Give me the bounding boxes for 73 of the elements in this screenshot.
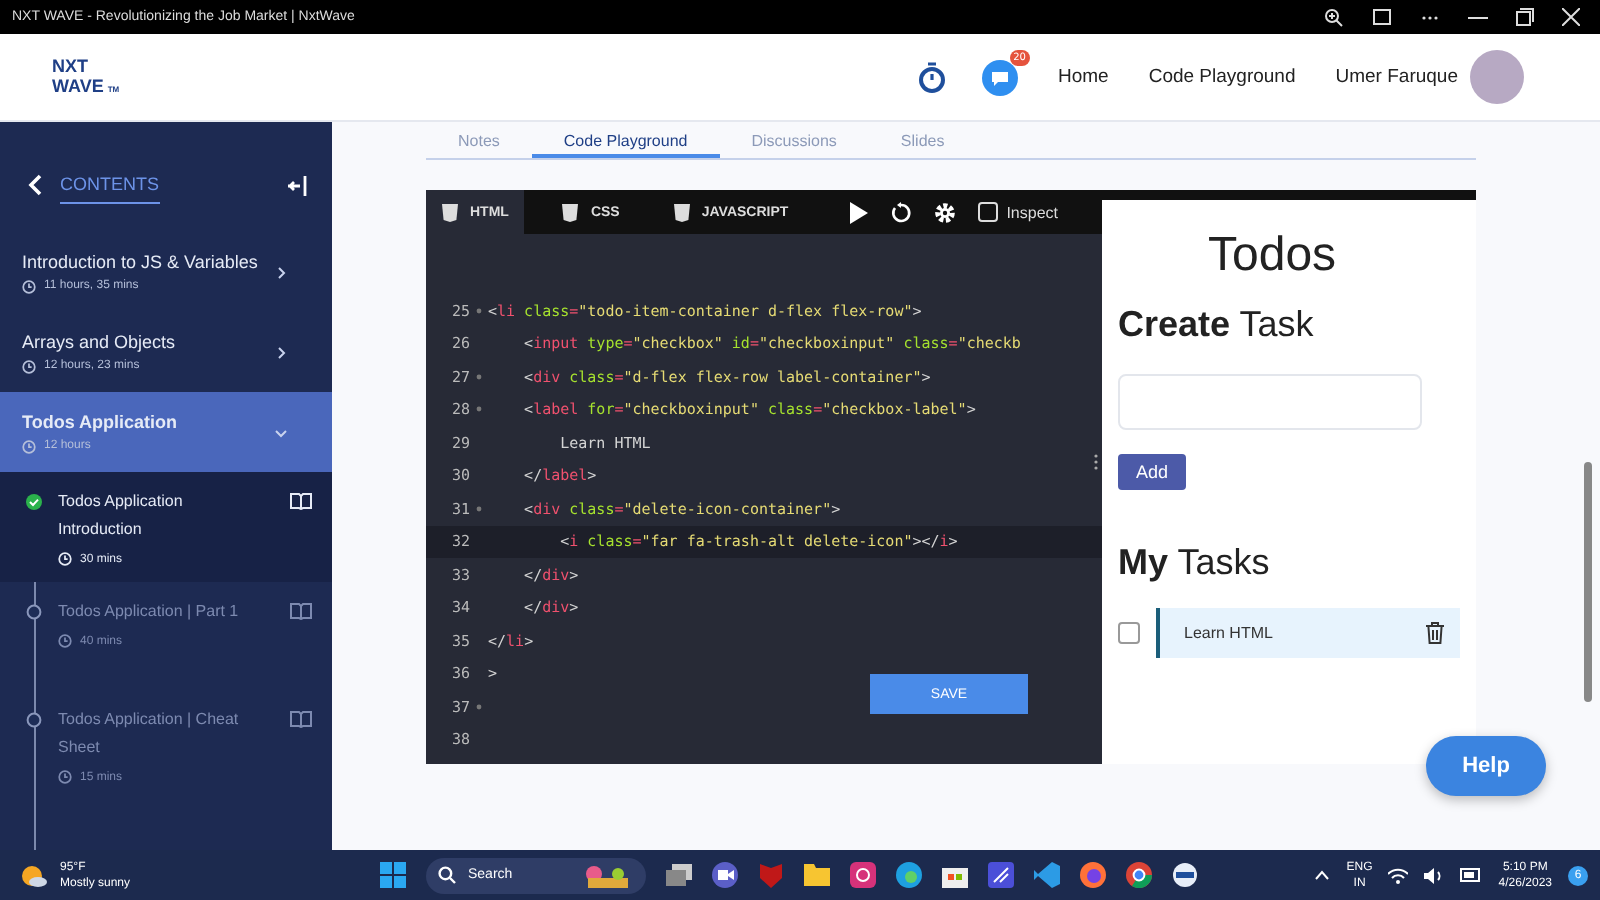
fold-icon[interactable] xyxy=(476,703,482,710)
fold-icon[interactable] xyxy=(476,307,482,314)
clock-icon xyxy=(58,634,72,648)
video-call-icon[interactable] xyxy=(712,862,738,888)
create-task-heading: Create Task xyxy=(1118,304,1314,346)
site-app-icon[interactable] xyxy=(1172,862,1198,888)
clock-icon xyxy=(22,359,36,373)
play-icon[interactable] xyxy=(850,201,869,223)
chevron-icon xyxy=(274,345,288,359)
my-tasks-heading: My Tasks xyxy=(1118,542,1270,584)
folder-icon[interactable] xyxy=(804,864,830,886)
stopwatch-icon[interactable] xyxy=(917,61,946,93)
help-button[interactable]: Help xyxy=(1426,736,1546,796)
app-icon[interactable] xyxy=(988,862,1014,888)
trash-icon[interactable] xyxy=(1426,622,1444,644)
task-checkbox[interactable] xyxy=(1118,622,1140,644)
scrollbar-thumb[interactable] xyxy=(1584,462,1592,702)
book-icon xyxy=(290,710,312,728)
back-icon[interactable] xyxy=(28,174,42,196)
clock-icon xyxy=(58,552,72,566)
fold-icon[interactable] xyxy=(476,406,482,413)
inspect-checkbox[interactable]: Inspect xyxy=(978,202,1058,222)
reset-icon[interactable] xyxy=(890,201,913,223)
camera-app-icon[interactable] xyxy=(850,862,876,888)
unit-title: Todos Application | Cheat Sheet xyxy=(58,708,241,760)
wifi-icon[interactable] xyxy=(1388,867,1409,883)
file-icon xyxy=(442,203,458,221)
resize-handle-icon[interactable] xyxy=(1094,454,1098,470)
module-title: Arrays and Objects xyxy=(22,331,178,351)
browser-icon[interactable] xyxy=(896,862,922,888)
user-name[interactable]: Umer Faruque xyxy=(1335,66,1458,88)
book-icon xyxy=(290,492,312,510)
contents-heading[interactable]: CONTENTS xyxy=(60,174,159,204)
chevron-icon xyxy=(274,265,288,279)
fold-icon[interactable] xyxy=(476,373,482,380)
unit-title: Todos Application Introduction xyxy=(58,490,185,542)
zoom-icon[interactable] xyxy=(1324,7,1344,27)
restore-icon[interactable] xyxy=(1516,8,1534,26)
chat-icon[interactable] xyxy=(981,59,1018,95)
fold-icon[interactable] xyxy=(476,505,482,512)
nav-link[interactable]: Home xyxy=(1057,66,1109,88)
file-icon xyxy=(562,203,579,221)
clock-icon xyxy=(58,770,72,784)
battery-icon[interactable] xyxy=(1460,868,1483,882)
todos-heading: Todos xyxy=(1208,228,1337,284)
settings-icon[interactable] xyxy=(934,201,957,223)
clock-icon xyxy=(22,279,36,293)
nav-link[interactable]: Code Playground xyxy=(1148,66,1296,88)
start-icon[interactable] xyxy=(380,862,406,888)
file-icon xyxy=(673,203,690,221)
add-button[interactable]: Add xyxy=(1118,454,1187,490)
search-icon xyxy=(438,866,456,884)
close-icon[interactable] xyxy=(1562,8,1580,26)
module-title: Introduction to JS & Variables xyxy=(22,251,260,271)
round-browser-icon[interactable] xyxy=(1126,862,1152,888)
book-icon xyxy=(290,602,312,620)
code-editor-icon[interactable] xyxy=(1034,862,1060,888)
more-icon[interactable] xyxy=(1420,13,1440,21)
clock-icon xyxy=(22,439,36,453)
task-input-field[interactable] xyxy=(1118,374,1422,430)
minimize-icon[interactable] xyxy=(1468,15,1488,19)
task-label: Learn HTML xyxy=(1184,624,1273,642)
tab[interactable]: Code Playground xyxy=(531,128,720,158)
task-view-icon[interactable] xyxy=(666,863,692,887)
fox-browser-icon[interactable] xyxy=(1080,862,1106,888)
chevron-icon xyxy=(274,425,288,439)
module-title: Todos Application xyxy=(22,411,179,431)
weather-icon xyxy=(20,863,48,887)
speaker-icon[interactable] xyxy=(1424,867,1445,883)
chevron-up-icon[interactable] xyxy=(1314,870,1331,880)
unit-title: Todos Application | Part 1 xyxy=(58,600,239,624)
collapse-icon[interactable] xyxy=(288,175,308,195)
store-icon[interactable] xyxy=(942,863,968,887)
